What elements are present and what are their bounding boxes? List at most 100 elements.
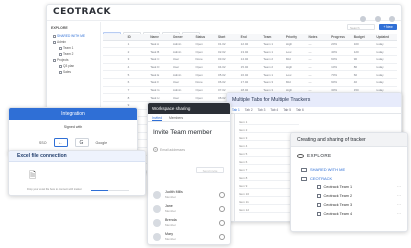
- toggle-icon[interactable]: [219, 220, 225, 226]
- tracker-tab[interactable]: Tab 1: [232, 108, 240, 112]
- list-item[interactable]: Item 1: [239, 119, 299, 125]
- table-cell: Task G: [148, 86, 171, 95]
- doc-label: Ceotrack Team 3: [323, 203, 353, 207]
- member-name: Mary: [165, 232, 173, 236]
- more-options-icon[interactable]: ⋯: [397, 184, 401, 189]
- provider-sso-label: SSO: [38, 140, 47, 145]
- table-cell: Open: [193, 86, 217, 95]
- explore-label: EXPLORE: [307, 153, 332, 158]
- doc-label: Ceotrack Team 4: [323, 212, 353, 216]
- workspace-tabs: Invited Members: [148, 114, 230, 122]
- grid-search-input[interactable]: Search: [347, 24, 375, 30]
- table-cell: 12.02: [238, 40, 262, 49]
- folder-row[interactable]: CEOTRACK: [301, 175, 332, 182]
- tracker-tab[interactable]: Tab 6: [296, 108, 304, 112]
- table-cell: today: [374, 63, 397, 72]
- tab-invited[interactable]: Invited: [152, 116, 162, 121]
- table-cell: Team 3: [261, 78, 284, 87]
- toggle-icon[interactable]: [219, 234, 225, 240]
- table-cell: 06.02: [216, 78, 239, 87]
- member-name: Brenda: [165, 218, 177, 222]
- tab-members[interactable]: Members: [169, 116, 183, 120]
- table-cell: 20%: [329, 40, 352, 49]
- tracker-title: Creating and sharing of tracker: [291, 133, 407, 147]
- table-cell: User: [170, 55, 194, 64]
- table-cell: Open: [193, 93, 217, 102]
- member-row[interactable]: Jane Member: [153, 203, 225, 216]
- table-row[interactable]: 1 Task A Admin Open 01.02 12.02 Team 1 High —20%…: [103, 40, 397, 49]
- avatar: [153, 219, 161, 227]
- table-cell: 14.02: [238, 55, 262, 64]
- tree-item[interactable]: Projects: [53, 58, 69, 63]
- folder-icon: [59, 64, 62, 68]
- folder-row[interactable]: SHARED WITH ME: [301, 166, 345, 173]
- table-cell: High: [283, 63, 307, 72]
- more-options-icon[interactable]: ⋯: [397, 193, 401, 198]
- table-cell: User: [170, 93, 194, 102]
- table-cell: Open: [193, 47, 217, 56]
- table-cell: 100: [351, 40, 375, 49]
- excel-connection-card: Excel file connection 🗎 Drop your excel …: [8, 150, 146, 196]
- table-cell: 04.02: [216, 63, 239, 72]
- table-cell: Open: [193, 40, 217, 49]
- table-cell: 01.02: [216, 40, 239, 49]
- email-input[interactable]: + Email addresses: [153, 147, 223, 154]
- tree-item[interactable]: Team 1: [59, 46, 73, 51]
- table-cell: Team 1: [261, 47, 284, 56]
- integration-subtitle: Signed with: [63, 125, 83, 129]
- table-row[interactable]: 4 Task D User Open 04.02 15.02 Team 2 High —10% 8…: [103, 63, 397, 72]
- tracker-tab[interactable]: Tab 2: [245, 108, 253, 112]
- table-cell: Open: [193, 63, 217, 72]
- table-cell: 70%: [329, 70, 352, 79]
- table-cell: 60: [351, 70, 375, 79]
- table-row[interactable]: 3 Task C User Done 03.02 14.02 Team 2 Mid —60% 90…: [103, 55, 397, 64]
- toggle-icon[interactable]: [219, 206, 225, 212]
- provider-row: SSO ← G Google: [9, 138, 137, 147]
- table-cell: 17.02: [238, 78, 262, 87]
- eye-icon: [297, 153, 304, 158]
- send-invite-button[interactable]: Send invite: [196, 167, 224, 173]
- more-options-icon[interactable]: ⋯: [397, 211, 401, 216]
- table-row[interactable]: 2 Task B Admin Open 02.02 13.02 Team 1 Low —40% 1…: [103, 47, 397, 56]
- table-row[interactable]: 6 Task F User Done 06.02 17.02 Team 3 Mid —90% 40…: [103, 78, 397, 87]
- more-options-icon[interactable]: ⋯: [397, 202, 401, 207]
- arrow-icon[interactable]: ←: [53, 138, 68, 147]
- member-row[interactable]: Judith Mills Member: [153, 189, 225, 202]
- table-cell: Task D: [148, 63, 171, 72]
- table-cell: Team 1: [261, 40, 284, 49]
- document-icon: [317, 202, 321, 208]
- tree-item[interactable]: Sales: [59, 70, 71, 75]
- tracker-doc-row[interactable]: Ceotrack Team 3: [317, 202, 352, 209]
- tracker-tab[interactable]: Tab 3: [258, 108, 266, 112]
- table-cell: Task B: [148, 47, 171, 56]
- tree-item[interactable]: SHARED WITH ME: [53, 34, 85, 39]
- tracker-tab[interactable]: Tab 4: [270, 108, 278, 112]
- tree-item[interactable]: Admin: [53, 40, 66, 45]
- member-row[interactable]: Mary Member: [153, 231, 225, 244]
- table-cell: —: [306, 70, 330, 79]
- tracker-doc-row[interactable]: Ceotrack Team 4: [317, 211, 352, 218]
- table-cell: 13.02: [238, 47, 262, 56]
- folder-icon: [59, 70, 62, 74]
- table-row[interactable]: 5 Task E Admin Open 05.02 16.02 Team 1 Low —70% 6…: [103, 70, 397, 79]
- tracker-doc-row[interactable]: Ceotrack Team 2: [317, 193, 352, 200]
- table-cell: —: [306, 78, 330, 87]
- tree-item-label: Sales: [63, 70, 71, 74]
- tree-item[interactable]: Team 2: [59, 52, 73, 57]
- table-cell: 6: [125, 78, 149, 87]
- tracker-tab[interactable]: Tab 5: [283, 108, 291, 112]
- toggle-icon[interactable]: [219, 192, 225, 198]
- folder-label: SHARED WITH ME: [310, 167, 346, 172]
- new-tracker-button[interactable]: + New: [379, 24, 397, 30]
- tracker-doc-row[interactable]: Ceotrack Team 1: [317, 184, 352, 191]
- table-cell: —: [306, 40, 330, 49]
- upload-progress-bar: [91, 190, 129, 192]
- integration-card: Integration Signed with SSO ← G Google: [8, 107, 138, 155]
- grid-tab-strip: Tab 1Tab 2Tab 3Tab 4Tab 5: [103, 24, 202, 38]
- multiple-tabs-strip: Tab 1 Tab 2 Tab 3 Tab 4 Tab 5 Tab 6: [227, 107, 401, 114]
- tree-item[interactable]: Q3 plan: [59, 64, 74, 69]
- folder-icon: [59, 52, 62, 56]
- tree-title: EXPLORE: [51, 26, 68, 30]
- member-row[interactable]: Brenda Member: [153, 217, 225, 230]
- google-icon[interactable]: G: [74, 138, 89, 147]
